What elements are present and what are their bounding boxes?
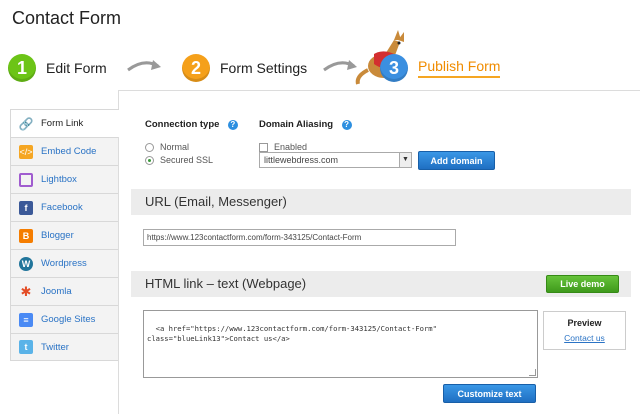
facebook-icon: f [19, 200, 33, 215]
sidebar-item-label: Facebook [41, 202, 83, 213]
wordpress-icon: W [19, 256, 33, 271]
enabled-checkbox-row[interactable]: Enabled [259, 142, 352, 152]
sidebar-item-label: Embed Code [41, 146, 97, 157]
add-domain-button[interactable]: Add domain [418, 151, 495, 170]
sidebar-item-label: Google Sites [41, 314, 96, 325]
radio-label: Normal [160, 142, 190, 152]
wizard-steps: 1 Edit Form 2 Form Settings 3 Publish Fo… [0, 30, 640, 88]
resize-handle-icon[interactable] [529, 369, 536, 376]
sidebar-item-label: Wordpress [41, 258, 87, 269]
link-icon: 🔗 [18, 116, 34, 131]
sidebar-item-blogger[interactable]: B Blogger [10, 221, 118, 249]
html-code-textarea[interactable]: <a href="https://www.123contactform.com/… [143, 310, 538, 378]
enabled-label: Enabled [274, 142, 308, 152]
domain-select-value: littlewebdress.com [264, 155, 339, 165]
publish-sidebar: 🔗 Form Link </> Embed Code Lightbox f Fa… [10, 109, 119, 361]
connection-type-label: Connection type [145, 119, 220, 130]
enabled-checkbox[interactable] [259, 142, 268, 152]
step-publish-form[interactable]: 3 Publish Form [380, 53, 501, 83]
sidebar-item-label: Blogger [41, 230, 74, 241]
sidebar-item-form-link[interactable]: 🔗 Form Link [10, 109, 119, 137]
html-code-text: <a href="https://www.123contactform.com/… [147, 324, 437, 343]
preview-title: Preview [567, 318, 602, 328]
domain-aliasing-label: Domain Aliasing [259, 119, 334, 130]
connection-type-group: Connection type ? Normal Secured SSL [145, 114, 238, 165]
sidebar-item-embed-code[interactable]: </> Embed Code [10, 137, 118, 165]
sidebar-item-twitter[interactable]: t Twitter [10, 333, 118, 361]
sidebar-item-wordpress[interactable]: W Wordpress [10, 249, 118, 277]
domain-aliasing-group: Domain Aliasing ? Enabled [259, 114, 352, 152]
radio-secured-ssl[interactable]: Secured SSL [145, 155, 238, 165]
sidebar-item-label: Lightbox [41, 174, 77, 185]
twitter-icon: t [19, 340, 33, 354]
url-section-header: URL (Email, Messenger) [131, 189, 631, 215]
radio-normal[interactable]: Normal [145, 142, 238, 152]
domain-select[interactable]: littlewebdress.com ▼ [259, 152, 412, 168]
preview-contact-link[interactable]: Contact us [544, 333, 625, 343]
page-title: Contact Form [12, 8, 122, 28]
sidebar-item-label: Joomla [41, 286, 72, 297]
step-number-2: 2 [182, 54, 210, 82]
radio-button[interactable] [145, 142, 154, 152]
step-label-edit-form: Edit Form [46, 60, 107, 76]
sidebar-item-label: Twitter [41, 341, 69, 353]
blogger-icon: B [19, 228, 33, 243]
form-url-field[interactable]: https://www.123contactform.com/form-3431… [143, 229, 456, 246]
radio-button[interactable] [145, 155, 154, 165]
chevron-down-icon[interactable]: ▼ [399, 153, 411, 167]
step-number-1: 1 [8, 54, 36, 82]
sidebar-item-lightbox[interactable]: Lightbox [10, 165, 118, 193]
customize-text-button[interactable]: Customize text [443, 384, 536, 403]
step-edit-form[interactable]: 1 Edit Form [8, 53, 107, 83]
sidebar-item-joomla[interactable]: ✱ Joomla [10, 277, 118, 305]
step-number-3: 3 [380, 54, 408, 82]
lightbox-icon [19, 172, 33, 187]
step-label-form-settings: Form Settings [220, 60, 308, 76]
sidebar-item-label: Form Link [41, 118, 84, 129]
step-form-settings[interactable]: 2 Form Settings [182, 53, 307, 83]
arrow-right-icon [127, 60, 161, 72]
google-sites-icon: ≡ [19, 312, 33, 327]
preview-panel: Preview Contact us [543, 311, 626, 350]
help-icon[interactable]: ? [341, 120, 352, 130]
step-label-publish-form: Publish Form [418, 58, 501, 78]
radio-label: Secured SSL [160, 155, 214, 165]
help-icon[interactable]: ? [227, 120, 238, 130]
sidebar-item-google-sites[interactable]: ≡ Google Sites [10, 305, 118, 333]
sidebar-item-facebook[interactable]: f Facebook [10, 193, 118, 221]
joomla-icon: ✱ [20, 283, 32, 299]
live-demo-button[interactable]: Live demo [546, 275, 619, 293]
embed-code-icon: </> [19, 144, 33, 159]
